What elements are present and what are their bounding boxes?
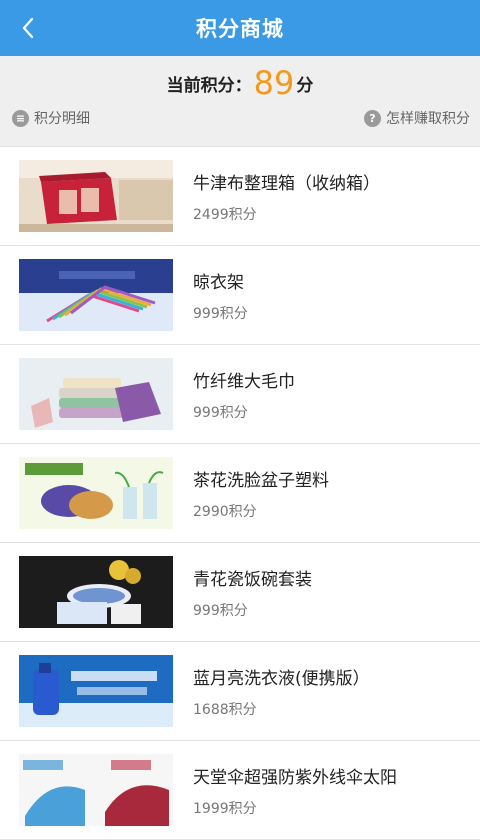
back-button[interactable] <box>8 8 48 48</box>
top-bar: 积分商城 <box>0 0 480 56</box>
list-item[interactable]: 蓝月亮洗衣液(便携版） 1688积分 <box>0 642 480 741</box>
product-name: 蓝月亮洗衣液(便携版） <box>193 669 370 689</box>
current-points: 当前积分：89 分 <box>0 64 480 102</box>
product-list: 牛津布整理箱（收纳箱） 2499积分 晾衣架 999积分 竹纤维大毛巾 999积… <box>0 147 480 840</box>
points-detail-link[interactable]: ≡ 积分明细 <box>12 108 90 128</box>
current-points-label: 当前积分： <box>166 76 252 96</box>
product-name: 天堂伞超强防紫外线伞太阳 <box>193 768 397 788</box>
points-unit: 分 <box>296 76 314 96</box>
list-item[interactable]: 青花瓷饭碗套装 999积分 <box>0 543 480 642</box>
product-price: 2499积分 <box>193 207 257 223</box>
product-price: 1688积分 <box>193 702 257 718</box>
product-image-bowls <box>19 556 173 628</box>
product-price: 1999积分 <box>193 801 257 817</box>
product-image-umbrella <box>19 754 173 826</box>
chevron-left-icon <box>22 17 34 39</box>
list-item[interactable]: 竹纤维大毛巾 999积分 <box>0 345 480 444</box>
product-name: 牛津布整理箱（收纳箱） <box>193 174 380 194</box>
points-value: 89 <box>253 64 295 102</box>
page-title: 积分商城 <box>196 17 284 41</box>
product-image-wash-basin <box>19 457 173 529</box>
earn-points-label: 怎样赚取积分 <box>386 111 470 127</box>
product-price: 2990积分 <box>193 504 257 520</box>
earn-points-link[interactable]: ? 怎样赚取积分 <box>364 108 470 128</box>
product-image-detergent <box>19 655 173 727</box>
list-item[interactable]: 牛津布整理箱（收纳箱） 2499积分 <box>0 147 480 246</box>
list-item[interactable]: 茶花洗脸盆子塑料 2990积分 <box>0 444 480 543</box>
product-name: 茶花洗脸盆子塑料 <box>193 471 329 491</box>
question-icon: ? <box>364 109 381 127</box>
product-price: 999积分 <box>193 306 248 322</box>
product-name: 青花瓷饭碗套装 <box>193 570 312 590</box>
product-price: 999积分 <box>193 603 248 619</box>
list-item[interactable]: 晾衣架 999积分 <box>0 246 480 345</box>
product-price: 999积分 <box>193 405 248 421</box>
product-image-hangers <box>19 259 173 331</box>
product-name: 晾衣架 <box>193 273 244 293</box>
product-name: 竹纤维大毛巾 <box>193 372 295 392</box>
points-detail-label: 积分明细 <box>34 111 90 127</box>
points-summary: 当前积分：89 分 ≡ 积分明细 ? 怎样赚取积分 <box>0 56 480 147</box>
list-item[interactable]: 天堂伞超强防紫外线伞太阳 1999积分 <box>0 741 480 840</box>
product-image-storage-box <box>19 160 173 232</box>
list-icon: ≡ <box>12 109 29 127</box>
product-image-towels <box>19 358 173 430</box>
